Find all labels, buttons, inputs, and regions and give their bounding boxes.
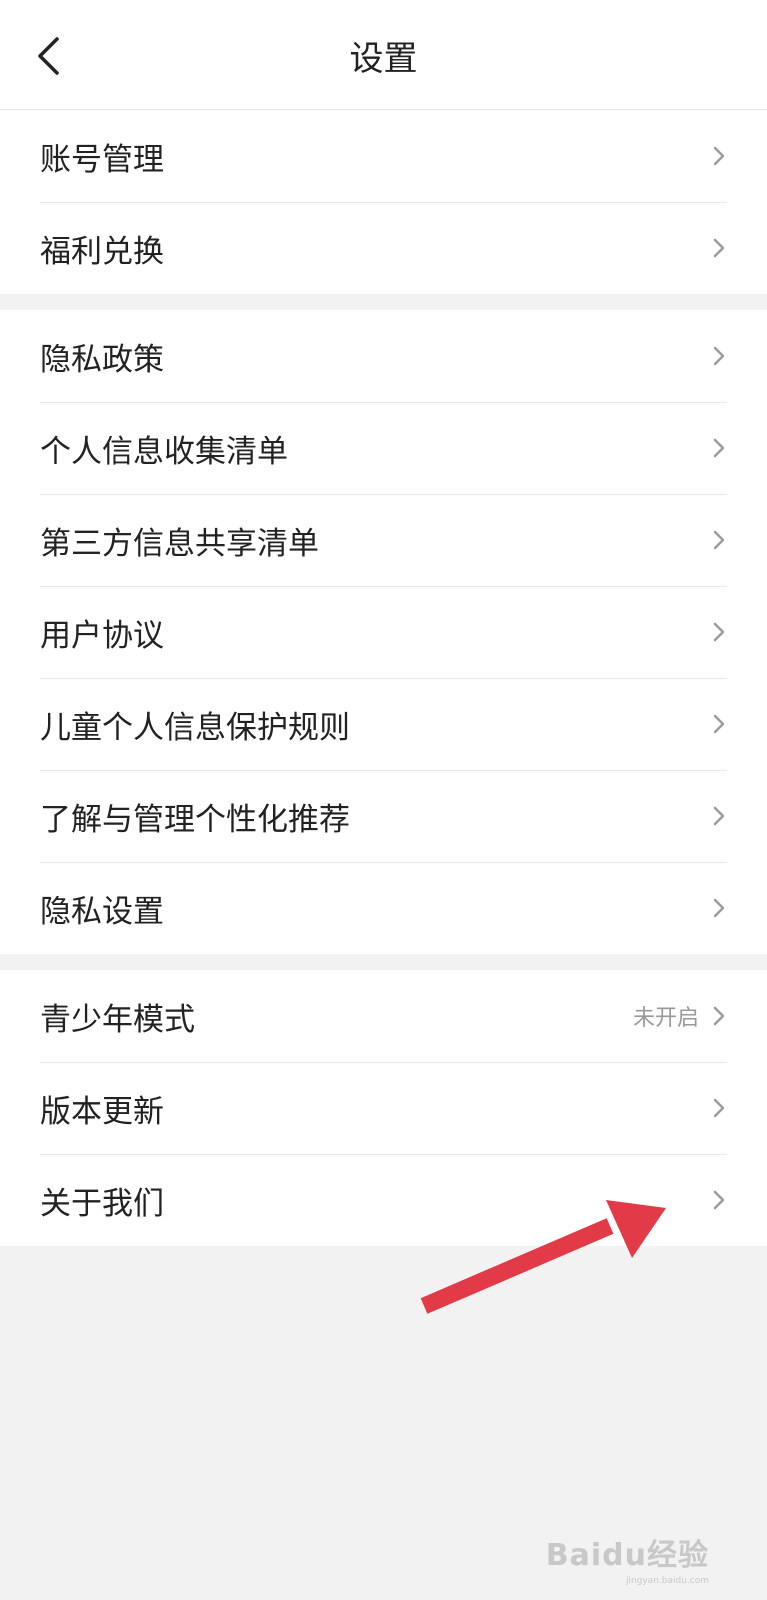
menu-item-teen-mode[interactable]: 青少年模式 未开启 [0,970,767,1062]
chevron-right-icon [713,145,729,167]
chevron-right-icon [713,621,729,643]
menu-item-child-protection[interactable]: 儿童个人信息保护规则 [0,678,767,770]
chevron-right-icon [713,1097,729,1119]
menu-item-label: 青少年模式 [40,1001,195,1038]
menu-item-version-update[interactable]: 版本更新 [0,1062,767,1154]
menu-item-privacy-policy[interactable]: 隐私政策 [0,310,767,402]
menu-item-label: 个人信息收集清单 [40,433,288,470]
settings-group-other: 青少年模式 未开启 版本更新 关于我们 [0,970,767,1246]
menu-item-label: 账号管理 [40,141,164,178]
chevron-right-icon [713,1189,729,1211]
teen-mode-status: 未开启 [632,1006,699,1031]
top-bar: 设置 [0,0,767,110]
settings-group-account: 账号管理 福利兑换 [0,110,767,294]
menu-item-label: 了解与管理个性化推荐 [40,801,350,838]
menu-item-label: 儿童个人信息保护规则 [40,709,350,746]
page-title: 设置 [349,38,418,79]
menu-item-about-us[interactable]: 关于我们 [0,1154,767,1246]
chevron-right-icon [713,437,729,459]
menu-item-account-management[interactable]: 账号管理 [0,110,767,202]
chevron-right-icon [713,345,729,367]
chevron-right-icon [713,237,729,259]
chevron-right-icon [713,897,729,919]
menu-item-label: 隐私政策 [40,341,164,378]
section-divider [0,954,767,970]
menu-item-label: 关于我们 [40,1185,164,1222]
menu-item-privacy-settings[interactable]: 隐私设置 [0,862,767,954]
baidu-jingyan-watermark: Baidu经验 jingyan.baidu.com [545,1530,709,1586]
menu-item-label: 用户协议 [40,617,164,654]
section-divider [0,294,767,310]
menu-item-welfare-exchange[interactable]: 福利兑换 [0,202,767,294]
chevron-right-icon [713,1005,729,1027]
menu-item-personal-info-list[interactable]: 个人信息收集清单 [0,402,767,494]
menu-item-label: 隐私设置 [40,893,164,930]
menu-item-personalized-recommendation[interactable]: 了解与管理个性化推荐 [0,770,767,862]
chevron-right-icon [713,529,729,551]
menu-item-user-agreement[interactable]: 用户协议 [0,586,767,678]
menu-item-label: 第三方信息共享清单 [40,525,319,562]
menu-item-label: 版本更新 [40,1093,164,1130]
watermark-url: jingyan.baidu.com [625,1576,709,1586]
chevron-right-icon [713,805,729,827]
menu-item-third-party-sharing[interactable]: 第三方信息共享清单 [0,494,767,586]
menu-item-label: 福利兑换 [40,233,164,270]
chevron-right-icon [713,713,729,735]
settings-group-privacy: 隐私政策 个人信息收集清单 第三方信息共享清单 用户协议 儿童个人信息保护规则 … [0,310,767,954]
watermark-logo: Baidu经验 [545,1538,709,1573]
